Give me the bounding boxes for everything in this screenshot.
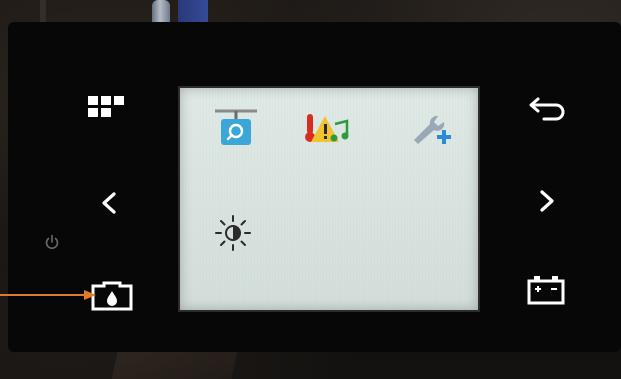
back-arrow-icon	[528, 95, 568, 121]
battery-icon	[526, 274, 566, 306]
menu-button[interactable]	[84, 92, 128, 122]
power-indicator	[40, 230, 64, 254]
wrench-add-icon	[408, 112, 456, 152]
camera-inspection-item[interactable]	[210, 106, 262, 152]
maintenance-item[interactable]	[406, 112, 458, 152]
power-indicator-icon	[44, 234, 60, 250]
chevron-right-icon	[538, 189, 556, 213]
brightness-icon	[213, 213, 253, 257]
grid-menu-icon	[86, 94, 126, 120]
chevron-left-icon	[100, 191, 118, 215]
tank-fluid-icon	[90, 280, 134, 312]
battery-button[interactable]	[524, 272, 568, 308]
camera-inspection-icon	[211, 105, 261, 153]
photo-frame	[0, 0, 621, 379]
lcd-screen	[178, 86, 480, 312]
temperature-alarm-item[interactable]	[300, 110, 352, 150]
annotation-arrow	[0, 290, 96, 300]
temperature-alarm-sound-icon	[301, 110, 351, 150]
brightness-item[interactable]	[210, 212, 256, 258]
previous-button[interactable]	[96, 188, 122, 218]
back-button[interactable]	[526, 92, 570, 124]
next-button[interactable]	[534, 186, 560, 216]
